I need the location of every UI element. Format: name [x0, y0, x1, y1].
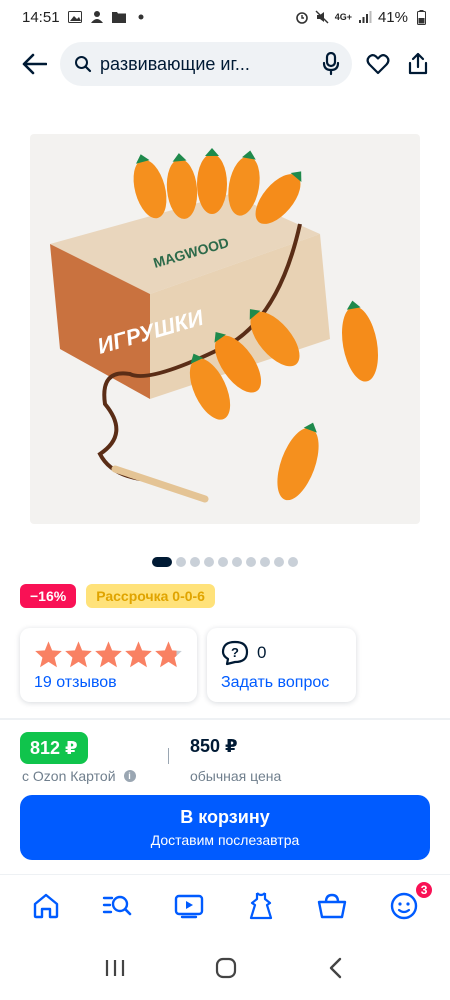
product-photo[interactable]: MAGWOOD ИГРУШКИ [30, 134, 420, 524]
pagination-dot[interactable] [288, 557, 298, 567]
toy-box-illustration: MAGWOOD ИГРУШКИ [50, 194, 330, 399]
signal-icon [358, 10, 372, 24]
nav-catalog[interactable] [95, 884, 139, 928]
folder-notification-icon [111, 10, 126, 24]
pagination-dot[interactable] [190, 557, 200, 567]
alarm-icon [295, 10, 309, 24]
product-gallery[interactable]: MAGWOOD ИГРУШКИ [0, 96, 450, 556]
pagination-dot[interactable] [204, 557, 214, 567]
questions-count: 0 [257, 643, 267, 662]
regular-price: 850 ₽ [190, 736, 238, 756]
status-time: 14:51 [22, 8, 60, 26]
nav-video[interactable] [167, 884, 211, 928]
pagination-dot[interactable] [274, 557, 284, 567]
promo-badges: −16% Рассрочка 0-0-6 [20, 584, 215, 608]
gallery-pagination[interactable] [0, 557, 450, 567]
rating-card[interactable]: 19 отзывов [20, 628, 197, 702]
price-block: 812 ₽ с Ozon Картой i 850 ₽ обычная цена [20, 730, 430, 790]
nav-profile[interactable]: 3 [382, 879, 435, 928]
image-notification-icon [67, 10, 82, 24]
catalog-search-icon [103, 895, 132, 915]
regular-price-label: обычная цена [190, 768, 282, 784]
basket-icon [318, 893, 347, 918]
nav-fashion[interactable] [239, 884, 283, 928]
search-field[interactable]: развивающие иг... [60, 42, 352, 86]
home-circle-icon [215, 957, 237, 978]
search-icon [75, 56, 92, 73]
chevron-left-icon [329, 957, 342, 978]
more-notifications-dot-icon [134, 10, 148, 24]
back-system-button[interactable] [326, 957, 346, 984]
share-button[interactable] [398, 42, 438, 86]
star-icon [65, 641, 92, 668]
nav-home[interactable] [24, 884, 68, 928]
status-bar: 14:51 4G+ 41% [0, 0, 450, 34]
pagination-dot[interactable] [260, 557, 270, 567]
ozon-card-label: с Ozon Картой [22, 768, 116, 784]
recent-apps-button[interactable] [104, 958, 126, 983]
home-icon [33, 893, 59, 918]
profile-notification-badge: 3 [414, 879, 435, 900]
add-to-cart-label: В корзину [180, 807, 270, 827]
section-divider [0, 718, 450, 720]
pagination-dot[interactable] [152, 557, 172, 567]
question-bubble-icon: ? [221, 640, 249, 666]
system-navigation [0, 946, 450, 994]
star-icon [125, 641, 152, 668]
network-type: 4G+ [334, 12, 352, 22]
nav-cart[interactable] [310, 884, 354, 928]
ask-question-link[interactable]: Задать вопрос [221, 674, 342, 692]
dress-icon [249, 891, 272, 919]
installment-badge[interactable]: Рассрочка 0-0-6 [86, 584, 215, 608]
star-icon [155, 641, 182, 668]
arrow-left-icon [22, 53, 47, 75]
pagination-dot[interactable] [176, 557, 186, 567]
star-icon [35, 641, 62, 668]
rating-stars [34, 640, 183, 668]
mute-icon [315, 10, 329, 24]
questions-card[interactable]: ? 0 Задать вопрос [207, 628, 356, 702]
home-system-button[interactable] [214, 956, 238, 985]
wooden-needle-illustration [111, 465, 209, 503]
recent-apps-icon [105, 959, 125, 976]
microphone-icon[interactable] [322, 52, 340, 76]
bottom-navigation: 3 [0, 874, 450, 936]
reviews-link[interactable]: 19 отзывов [34, 674, 183, 692]
battery-icon [414, 9, 428, 25]
pagination-dot[interactable] [246, 557, 256, 567]
top-bar: развивающие иг... [0, 36, 450, 92]
app-notification-icon [90, 10, 104, 24]
ozon-card-price: 812 ₽ [20, 732, 88, 764]
battery-percent: 41% [377, 8, 408, 26]
favorite-button[interactable] [358, 42, 398, 86]
pagination-dot[interactable] [232, 557, 242, 567]
video-icon [174, 894, 204, 918]
star-icon [95, 641, 122, 668]
info-icon[interactable]: i [123, 770, 136, 782]
back-button[interactable] [12, 42, 56, 86]
share-icon [408, 52, 428, 75]
svg-text:?: ? [231, 645, 239, 660]
add-to-cart-button[interactable]: В корзину Доставим послезавтра [20, 795, 430, 860]
pagination-dot[interactable] [218, 557, 228, 567]
price-separator [168, 748, 169, 764]
info-cards: 19 отзывов ? 0 Задать вопрос [20, 628, 356, 702]
search-query: развивающие иг... [100, 53, 250, 74]
delivery-info: Доставим послезавтра [150, 832, 300, 848]
heart-icon [366, 54, 390, 75]
discount-badge: −16% [20, 584, 77, 608]
ozon-card-caption[interactable]: с Ozon Картой i [22, 768, 136, 784]
